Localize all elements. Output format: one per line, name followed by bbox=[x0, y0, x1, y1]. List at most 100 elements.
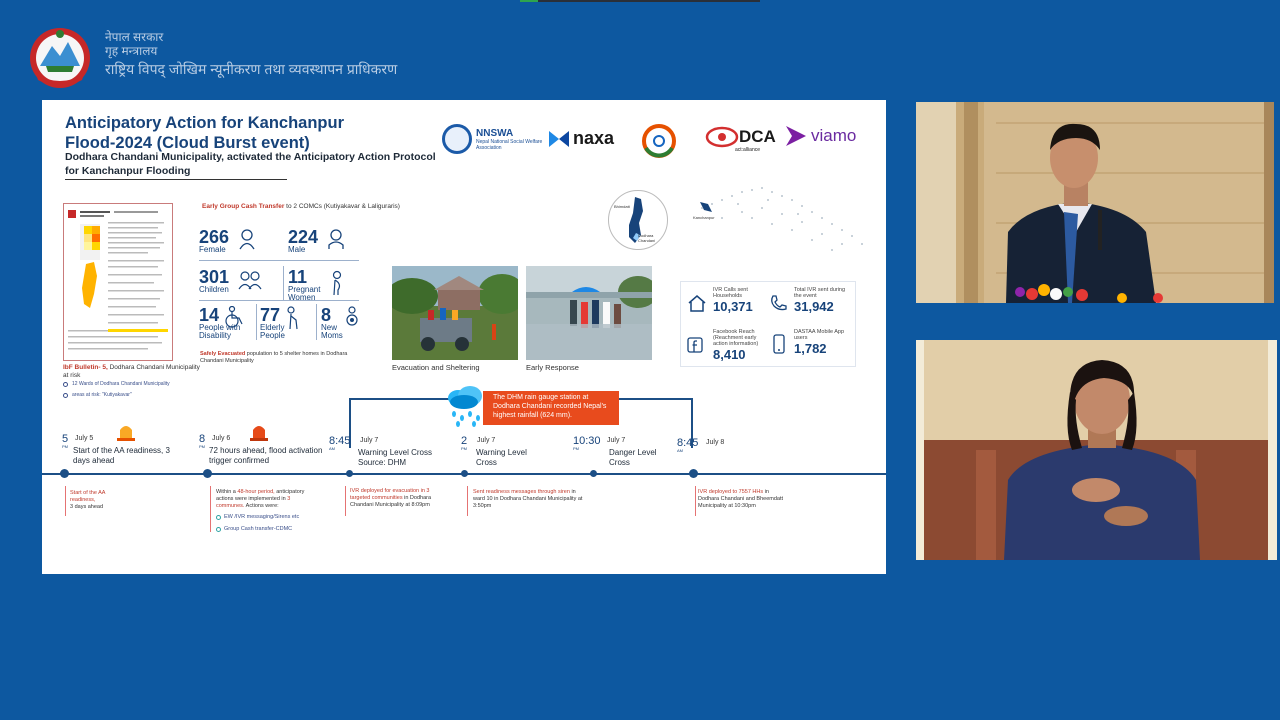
timeline-node bbox=[203, 469, 212, 478]
evacuation-photo-caption: Evacuation and Sheltering bbox=[392, 363, 480, 372]
timeline-description: Danger Level Cross bbox=[609, 448, 657, 467]
stats-divider bbox=[199, 260, 359, 261]
organization-name: नेपाल सरकार गृह मन्त्रालय राष्ट्रिय विपद… bbox=[105, 30, 398, 77]
stat-pregnant-women: 11 Pregnant Women bbox=[288, 267, 342, 303]
map-label-dodhara-chandani: Dodhara Chandani bbox=[638, 233, 656, 243]
facebook-reach: Facebook Reach (Reachment early action i… bbox=[713, 329, 765, 362]
mobile-icon bbox=[773, 334, 785, 354]
cash-transfer-heading: Early Group Cash Transfer to 2 COMCs (Ku… bbox=[202, 203, 400, 211]
male-icon bbox=[328, 229, 344, 249]
timeline-description: 72 hours ahead, flood activation trigger… bbox=[209, 446, 323, 465]
stat-value: 301 bbox=[199, 267, 230, 287]
timeline-note: IVR deployed for evacuation in 3 targete… bbox=[350, 488, 432, 509]
stats-divider bbox=[316, 304, 317, 340]
naxa-logo: naxa bbox=[548, 128, 614, 149]
interpreter-video-feed bbox=[916, 340, 1277, 560]
stat-children: 301 Children bbox=[199, 267, 262, 294]
presentation-slide: Anticipatory Action for Kanchanpur Flood… bbox=[42, 100, 886, 574]
home-icon bbox=[688, 295, 706, 312]
ibf-bulletin-thumbnail bbox=[63, 203, 173, 361]
facebook-reach-value: 8,410 bbox=[713, 347, 746, 363]
stats-divider bbox=[283, 266, 284, 300]
timeline-date: July 8 bbox=[706, 439, 725, 446]
timeline-date: July 6 bbox=[212, 435, 231, 442]
naxa-label: naxa bbox=[573, 128, 615, 148]
evacuation-photo bbox=[392, 266, 518, 360]
note-marker bbox=[345, 486, 346, 516]
naxa-mark-icon bbox=[549, 130, 569, 147]
stat-value: 11 bbox=[288, 267, 308, 287]
early-response-photo bbox=[526, 266, 652, 360]
timeline-time: 2 PM bbox=[461, 435, 468, 451]
stat-value: 266 bbox=[199, 227, 230, 247]
ivr-households-value: 10,371 bbox=[713, 299, 753, 315]
ivr-households-label: IVR Calls sent Households bbox=[713, 287, 748, 300]
dca-sub-label: act:alliance bbox=[735, 147, 761, 153]
stats-divider bbox=[199, 300, 359, 301]
bulletin-list-item: areas at risk: "Kutiyakavar" bbox=[63, 392, 132, 398]
rain-cloud-icon bbox=[448, 386, 482, 427]
stat-female: 266 Female bbox=[199, 227, 255, 254]
bulletin-caption: IbF Bulletin- 5, Dodhara Chandani Munici… bbox=[63, 364, 203, 381]
timeline-node bbox=[60, 469, 69, 478]
viamo-logo: viamo bbox=[784, 124, 856, 148]
timeline-date: July 7 bbox=[477, 437, 496, 444]
note-marker bbox=[210, 486, 211, 532]
evacuation-caption: Safely Evacuated population to 5 shelter… bbox=[200, 351, 360, 365]
stat-value: 224 bbox=[288, 227, 319, 247]
facebook-reach-label: Facebook Reach (Reachment early action i… bbox=[713, 329, 759, 348]
stat-label: Male bbox=[288, 245, 306, 254]
ivr-stats-box: IVR Calls sent Households 10,371 Total I… bbox=[680, 281, 856, 367]
dca-logo: DCA act:alliance bbox=[705, 126, 776, 153]
yellow-alarm-icon bbox=[117, 426, 135, 441]
red-alarm-icon bbox=[250, 426, 268, 441]
children-icon bbox=[238, 271, 262, 290]
facebook-icon bbox=[687, 337, 703, 353]
subtitle-underline bbox=[65, 179, 287, 180]
org-line-3: राष्ट्रिय विपद् जोखिम न्यूनीकरण तथा व्यव… bbox=[105, 60, 398, 77]
evacuation-label: Safely Evacuated bbox=[200, 351, 246, 357]
stat-elderly-people: 77 Elderly People bbox=[260, 306, 298, 341]
stat-new-moms: 8 New Moms bbox=[321, 306, 358, 341]
slide-title: Anticipatory Action for Kanchanpur Flood… bbox=[65, 114, 344, 152]
partner-ring-logo bbox=[642, 124, 676, 158]
dotted-region-map bbox=[701, 187, 863, 251]
org-line-1: नेपाल सरकार bbox=[105, 30, 164, 44]
stat-label: Female bbox=[199, 245, 226, 254]
rainfall-alert-box: The DHM rain gauge station at Dodhara Ch… bbox=[483, 391, 619, 425]
stat-people-with-disability: 14 People with Disability bbox=[199, 306, 253, 341]
timeline-date: July 7 bbox=[607, 437, 626, 444]
bulletin-label: IbF Bulletin- 5, bbox=[63, 364, 108, 371]
wheelchair-icon bbox=[225, 306, 243, 328]
viamo-mark-icon bbox=[786, 126, 806, 146]
pregnant-woman-icon bbox=[332, 270, 342, 296]
stat-male: 224 Male bbox=[288, 227, 344, 254]
stats-divider bbox=[256, 304, 257, 340]
top-progress-bar bbox=[520, 0, 760, 2]
early-response-photo-caption: Early Response bbox=[526, 363, 579, 372]
timeline-description: Start of the AA readiness, 3 days ahead bbox=[73, 446, 170, 465]
timeline-time: 10:30 PM bbox=[573, 435, 601, 451]
timeline-note: IVR deployed to 7557 HHs in Dodhara Chan… bbox=[698, 489, 784, 510]
dca-label: DCA bbox=[739, 127, 776, 146]
ivr-total-value: 31,942 bbox=[794, 299, 834, 315]
timeline-date: July 5 bbox=[75, 435, 94, 442]
new-mom-icon bbox=[346, 306, 358, 326]
timeline-description: Warning Level Cross bbox=[476, 448, 527, 467]
timeline-note: Sent readiness messages through siren in… bbox=[473, 489, 583, 510]
nnswa-label: NNSWA bbox=[476, 127, 514, 139]
elderly-icon bbox=[287, 306, 298, 330]
bulletin-item-text: 12 Wards of Dodhara Chandani Municipalit… bbox=[72, 381, 170, 387]
timeline-node bbox=[590, 470, 597, 477]
timeline-note: Within a 48-hour period, anticipatory ac… bbox=[216, 489, 305, 532]
female-icon bbox=[239, 229, 255, 250]
ivr-households-sent: IVR Calls sent Households 10,371 bbox=[713, 287, 761, 314]
timeline-description: Warning Level Cross Source: DHM bbox=[358, 448, 432, 467]
nepal-emblem-icon bbox=[30, 28, 90, 88]
note-marker bbox=[695, 486, 696, 516]
timeline-note: Start of the AA readiness, 3 days ahead bbox=[70, 490, 106, 511]
dca-mark-icon bbox=[705, 126, 739, 148]
timeline-node bbox=[461, 470, 468, 477]
timeline-node bbox=[346, 470, 353, 477]
cash-transfer-label: Early Group Cash Transfer bbox=[202, 203, 285, 210]
